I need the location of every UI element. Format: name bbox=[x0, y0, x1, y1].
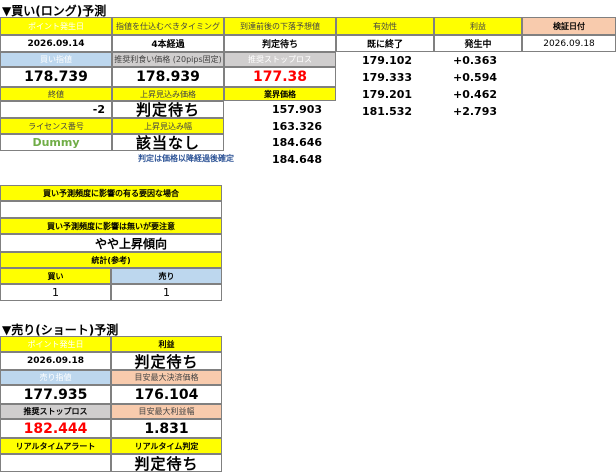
close-value: -2 bbox=[0, 101, 112, 118]
short-point-date-label: ポイント発生日 bbox=[0, 336, 111, 352]
sell-limit-label: 売り指値 bbox=[0, 370, 111, 385]
diff-cell: +0.594 bbox=[452, 71, 497, 84]
stop-value: 177.38 bbox=[224, 67, 336, 87]
impact-label: 買い予測頻度に影響は無いが要注意 bbox=[0, 218, 222, 234]
stats-label: 統計(参考) bbox=[0, 252, 222, 268]
recommend-label: 推奨利食い価格 (20pips固定) bbox=[112, 52, 224, 67]
short-profit-label: 利益 bbox=[111, 336, 222, 352]
long-note: 判定は価格以降経過後確定 bbox=[138, 153, 234, 163]
upper-value: 判定待ち bbox=[112, 101, 224, 118]
result-cell: 181.532 bbox=[361, 105, 413, 118]
upper-range-label: 上昇見込み幅 bbox=[112, 118, 224, 134]
factor-value bbox=[0, 201, 222, 218]
upper-range-value: 該当なし bbox=[112, 134, 224, 151]
realtime-value: 判定待ち bbox=[111, 454, 222, 472]
max-range-value: 1.831 bbox=[111, 419, 222, 438]
long-timing: 4本経過 bbox=[112, 35, 224, 52]
price-cell: 184.648 bbox=[271, 153, 323, 166]
header-point-date: ポイント発生日 bbox=[0, 17, 112, 35]
price-cell: 184.646 bbox=[271, 136, 323, 149]
factor-label: 買い予測頻度に影響の有る要因な場合 bbox=[0, 185, 222, 201]
realtime-label: リアルタイム判定 bbox=[111, 438, 222, 454]
close-label: 終値 bbox=[0, 87, 112, 101]
header-verify-date: 検証日付 bbox=[522, 17, 616, 35]
buy-count-label: 買い bbox=[0, 268, 111, 284]
short-point-date: 2026.09.18 bbox=[0, 352, 111, 370]
upper-label: 上昇見込み価格 bbox=[112, 87, 224, 101]
buy-count-value: 1 bbox=[0, 284, 111, 301]
alert-label: リアルタイムアラート bbox=[0, 438, 111, 454]
sell-count-value: 1 bbox=[111, 284, 222, 301]
result-cell: 179.333 bbox=[361, 71, 413, 84]
license-label: ライセンス番号 bbox=[0, 118, 112, 134]
short-profit-value: 判定待ち bbox=[111, 352, 222, 370]
long-point-date: 2026.09.14 bbox=[0, 35, 112, 52]
header-lower-target: 到達前後の下落予想値 bbox=[224, 17, 336, 35]
recommend-value: 178.939 bbox=[112, 67, 224, 87]
stop-label: 推奨ストップロス bbox=[224, 52, 336, 67]
diff-cell: +0.363 bbox=[452, 54, 497, 67]
license-value: Dummy bbox=[0, 134, 112, 151]
short-stop-value: 182.444 bbox=[0, 419, 111, 438]
sell-limit-value: 177.935 bbox=[0, 385, 111, 404]
price-cell: 163.326 bbox=[271, 120, 323, 133]
result-cell: 179.102 bbox=[361, 54, 413, 67]
long-profit: 発生中 bbox=[434, 35, 522, 52]
buy-limit-label: 買い指値 bbox=[0, 52, 112, 67]
buy-limit-value: 178.739 bbox=[0, 67, 112, 87]
header-profit: 利益 bbox=[434, 17, 522, 35]
header-status: 有効性 bbox=[336, 17, 434, 35]
result-cell: 179.201 bbox=[361, 88, 413, 101]
long-lower-target: 判定待ち bbox=[224, 35, 336, 52]
header-timing: 指値を仕込むべきタイミング bbox=[112, 17, 224, 35]
diff-cell: +2.793 bbox=[452, 105, 497, 118]
max-range-label: 目安最大利益幅 bbox=[111, 404, 222, 419]
long-status: 既に終了 bbox=[336, 35, 434, 52]
short-stop-label: 推奨ストップロス bbox=[0, 404, 111, 419]
long-verify-date: 2026.09.18 bbox=[522, 35, 616, 52]
diff-cell: +0.462 bbox=[452, 88, 497, 101]
target-label: 目安最大決済価格 bbox=[111, 370, 222, 385]
impact-value: やや上昇傾向 bbox=[0, 234, 222, 252]
target-value: 176.104 bbox=[111, 385, 222, 404]
result-label: 業界価格 bbox=[224, 87, 336, 101]
price-cell: 157.903 bbox=[271, 103, 323, 116]
alert-value bbox=[0, 454, 111, 472]
sell-count-label: 売り bbox=[111, 268, 222, 284]
